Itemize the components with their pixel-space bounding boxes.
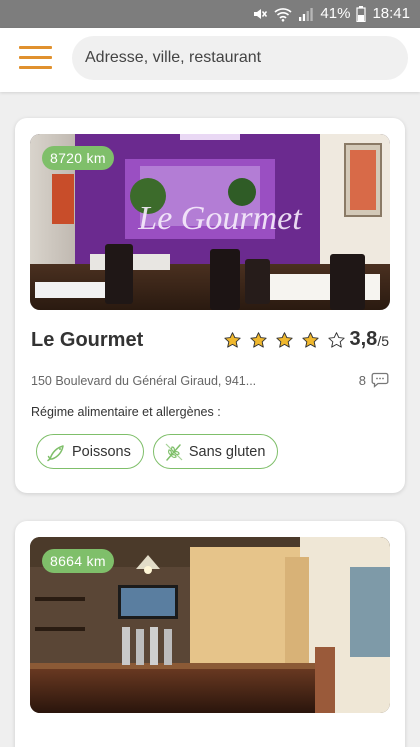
- restaurant-photo[interactable]: 8664 km: [30, 537, 390, 713]
- review-count[interactable]: 8: [359, 372, 389, 388]
- star-empty-icon: [327, 331, 345, 348]
- status-bar: 41% 18:41: [0, 0, 420, 28]
- rating-max: /5: [377, 333, 389, 349]
- restaurant-card[interactable]: Le Gourmet 8720 km Le Gourmet 3,8 /5 150…: [15, 118, 405, 493]
- signal-icon: [299, 7, 314, 21]
- mute-icon: [254, 8, 268, 19]
- distance-badge: 8720 km: [42, 146, 114, 170]
- rating-value: 3,8: [349, 328, 378, 350]
- battery-percent: 41%: [320, 5, 351, 22]
- wheat-icon: [165, 443, 183, 461]
- tag-poissons[interactable]: Poissons: [36, 434, 144, 469]
- wifi-icon: [274, 7, 292, 22]
- tag-sans-gluten[interactable]: Sans gluten: [152, 434, 279, 469]
- search-input[interactable]: [72, 36, 408, 80]
- tag-label: Poissons: [72, 443, 131, 460]
- hamburger-menu-icon[interactable]: [19, 46, 53, 72]
- restaurant-name[interactable]: Le Gourmet: [31, 329, 143, 352]
- star-filled-icon: [249, 331, 267, 348]
- star-filled-icon: [223, 331, 241, 348]
- battery-icon: [356, 5, 367, 22]
- restaurant-photo[interactable]: Le Gourmet 8720 km: [30, 134, 390, 310]
- tag-label: Sans gluten: [188, 443, 266, 460]
- fish-icon: [47, 444, 64, 461]
- comment-icon: [371, 372, 389, 388]
- rating: 3,8 /5: [223, 328, 389, 351]
- status-icons: 41% 18:41: [252, 5, 410, 22]
- star-rating: [223, 331, 345, 348]
- photo-sign-text: Le Gourmet: [137, 200, 303, 237]
- clock: 18:41: [372, 5, 410, 22]
- star-filled-icon: [275, 331, 293, 348]
- restaurant-address: 150 Boulevard du Général Giraud, 941...: [31, 374, 257, 388]
- diet-tags: Poissons Sans gluten: [36, 434, 279, 469]
- app-bar: [0, 28, 420, 92]
- distance-badge: 8664 km: [42, 549, 114, 573]
- diet-label: Régime alimentaire et allergènes :: [31, 405, 221, 419]
- star-filled-icon: [301, 331, 319, 348]
- review-count-value: 8: [358, 372, 366, 388]
- restaurant-card[interactable]: 8664 km: [15, 521, 405, 747]
